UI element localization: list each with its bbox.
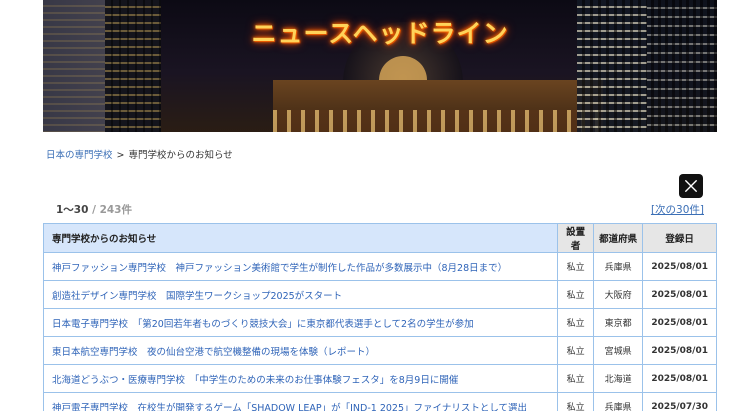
breadcrumb: 日本の専門学校 > 専門学校からのお知らせ bbox=[46, 147, 233, 161]
row-prefecture: 宮城県 bbox=[593, 336, 644, 365]
next-page-link[interactable]: [次の30件] bbox=[651, 202, 704, 217]
table-row: 日本電子専門学校 「第20回若年者ものづくり競技大会」に東京都代表選手として2名… bbox=[42, 308, 717, 337]
row-kind: 私立 bbox=[557, 280, 595, 309]
result-count: 1〜30 / 243件 bbox=[56, 202, 132, 217]
result-range: 1〜30 bbox=[56, 204, 89, 216]
news-title-link[interactable]: 北海道どうぶつ・医療専門学校 「中学生のための未来のお仕事体験フェスタ」を8月9… bbox=[52, 375, 458, 386]
row-prefecture: 兵庫県 bbox=[593, 252, 644, 281]
header-date: 登録日 bbox=[642, 223, 717, 253]
table-row: 神戸電子専門学校 在校生が開発するゲーム「SHADOW LEAP」が「IND-1… bbox=[42, 392, 717, 411]
row-kind: 私立 bbox=[557, 392, 595, 411]
news-title-link[interactable]: 神戸ファッション専門学校 神戸ファッション美術館で学生が制作した作品が多数展示中… bbox=[52, 263, 507, 274]
row-prefecture: 北海道 bbox=[593, 364, 644, 393]
table-header-row: 専門学校からのお知らせ 設置者 都道府県 登録日 bbox=[42, 223, 717, 253]
row-prefecture: 東京都 bbox=[593, 308, 644, 337]
row-kind: 私立 bbox=[557, 308, 595, 337]
x-logo-icon bbox=[685, 180, 697, 192]
table-row: 創造社デザイン専門学校 国際学生ワークショップ2025がスタート 私立 大阪府 … bbox=[42, 280, 717, 309]
result-total: / 243件 bbox=[92, 204, 132, 216]
news-table: 専門学校からのお知らせ 設置者 都道府県 登録日 神戸ファッション専門学校 神戸… bbox=[42, 223, 717, 411]
row-date: 2025/07/30 bbox=[642, 392, 717, 411]
row-kind: 私立 bbox=[557, 364, 595, 393]
breadcrumb-home-link[interactable]: 日本の専門学校 bbox=[46, 150, 113, 161]
header-title: 専門学校からのお知らせ bbox=[42, 223, 559, 253]
row-prefecture: 大阪府 bbox=[593, 280, 644, 309]
table-row: 東日本航空専門学校 夜の仙台空港で航空機整備の現場を体験（レポート） 私立 宮城… bbox=[42, 336, 717, 365]
breadcrumb-current: 専門学校からのお知らせ bbox=[128, 150, 233, 161]
row-date: 2025/08/01 bbox=[642, 336, 717, 365]
station-building bbox=[273, 80, 603, 132]
news-title-link[interactable]: 東日本航空専門学校 夜の仙台空港で航空機整備の現場を体験（レポート） bbox=[52, 347, 375, 358]
row-kind: 私立 bbox=[557, 336, 595, 365]
banner-title: ニュースヘッドライン bbox=[251, 19, 509, 48]
x-share-button[interactable] bbox=[679, 174, 703, 198]
header-banner: ニュースヘッドライン bbox=[43, 0, 717, 132]
row-date: 2025/08/01 bbox=[642, 280, 717, 309]
row-kind: 私立 bbox=[557, 252, 595, 281]
news-title-link[interactable]: 創造社デザイン専門学校 国際学生ワークショップ2025がスタート bbox=[52, 291, 342, 302]
row-date: 2025/08/01 bbox=[642, 364, 717, 393]
table-row: 北海道どうぶつ・医療専門学校 「中学生のための未来のお仕事体験フェスタ」を8月9… bbox=[42, 364, 717, 393]
news-title-link[interactable]: 神戸電子専門学校 在校生が開発するゲーム「SHADOW LEAP」が「IND-1… bbox=[52, 403, 527, 411]
row-date: 2025/08/01 bbox=[642, 252, 717, 281]
row-prefecture: 兵庫県 bbox=[593, 392, 644, 411]
table-row: 神戸ファッション専門学校 神戸ファッション美術館で学生が制作した作品が多数展示中… bbox=[42, 252, 717, 281]
header-kind: 設置者 bbox=[557, 223, 595, 253]
news-title-link[interactable]: 日本電子専門学校 「第20回若年者ものづくり競技大会」に東京都代表選手として2名… bbox=[52, 319, 474, 330]
row-date: 2025/08/01 bbox=[642, 308, 717, 337]
header-prefecture: 都道府県 bbox=[593, 223, 644, 253]
breadcrumb-separator: > bbox=[116, 150, 125, 161]
